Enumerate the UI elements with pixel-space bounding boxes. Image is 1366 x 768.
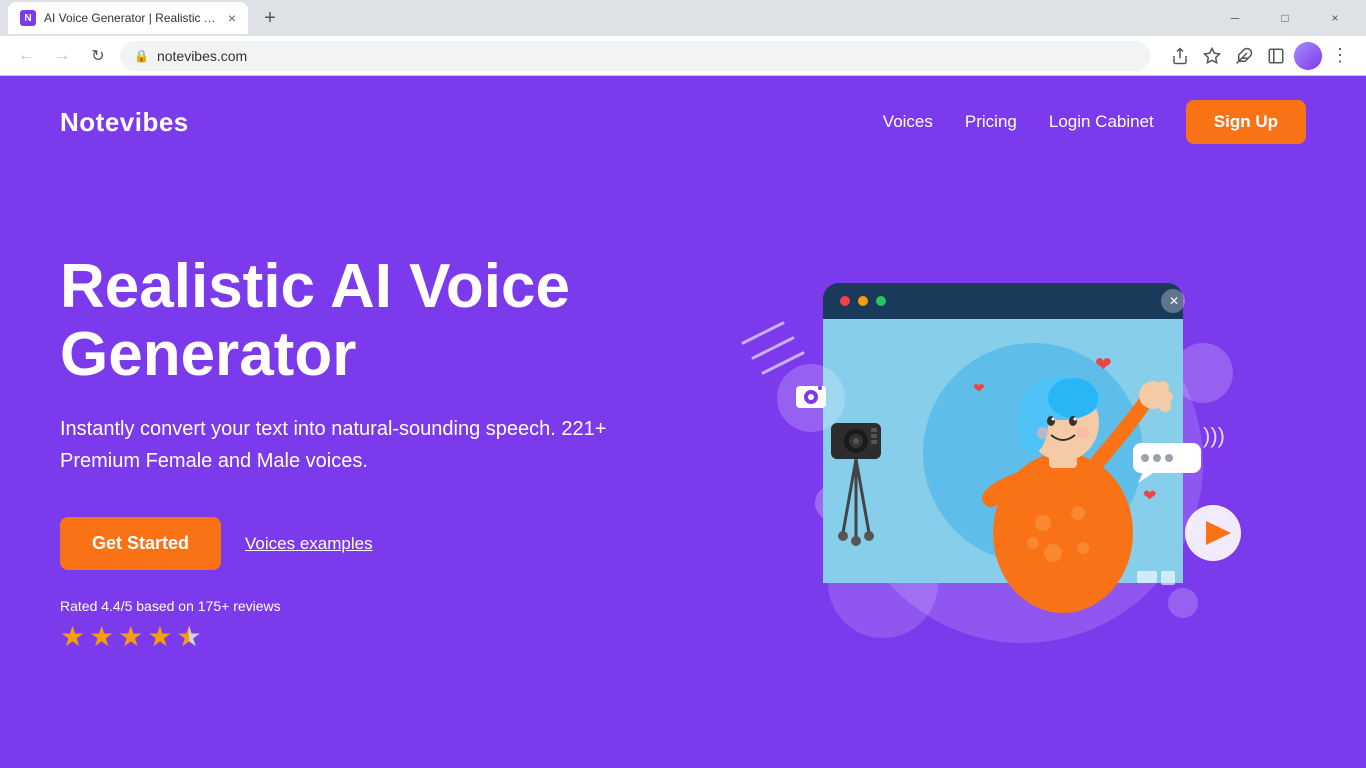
get-started-button[interactable]: Get Started [60,517,221,570]
minimize-button[interactable]: ─ [1212,2,1258,34]
title-bar: N AI Voice Generator | Realistic Tex... … [0,0,1366,36]
hero-subtitle: Instantly convert your text into natural… [60,413,660,477]
hero-title: Realistic AI Voice Generator [60,253,660,389]
star-3: ★ [118,620,143,653]
new-tab-button[interactable]: + [256,4,284,32]
browser-actions: ⋮ [1166,42,1354,70]
star-4: ★ [147,620,172,653]
page-content: Notevibes Voices Pricing Login Cabinet S… [0,76,1366,768]
menu-button[interactable]: ⋮ [1326,42,1354,70]
url-text: notevibes.com [157,48,247,64]
nav-voices[interactable]: Voices [883,112,933,132]
hero-buttons: Get Started Voices examples [60,517,660,570]
hero-illustration: ✕ [660,213,1306,693]
refresh-button[interactable]: ↻ [84,42,112,70]
svg-text:❤: ❤ [1095,354,1112,376]
maximize-button[interactable]: □ [1262,2,1308,34]
star-2: ★ [89,620,114,653]
star-1: ★ [60,620,85,653]
window-controls: ─ □ × [1212,2,1358,34]
illustration-svg: ✕ [723,223,1243,683]
navbar: Notevibes Voices Pricing Login Cabinet S… [0,76,1366,168]
svg-text:✕: ✕ [1169,294,1179,308]
share-button[interactable] [1166,42,1194,70]
rating-text: Rated 4.4/5 based on 175+ reviews [60,598,660,614]
hero-section: Realistic AI Voice Generator Instantly c… [0,168,1366,748]
extensions-button[interactable] [1230,42,1258,70]
svg-text:))): ))) [1203,423,1225,448]
forward-button[interactable]: → [48,42,76,70]
rating-section: Rated 4.4/5 based on 175+ reviews ★ ★ ★ … [60,598,660,653]
nav-links: Voices Pricing Login Cabinet Sign Up [883,100,1306,144]
browser-window: N AI Voice Generator | Realistic Tex... … [0,0,1366,76]
star-rating: ★ ★ ★ ★ ★ ★ [60,620,660,653]
star-button[interactable] [1198,42,1226,70]
close-button[interactable]: × [1312,2,1358,34]
tab-title: AI Voice Generator | Realistic Tex... [44,11,220,25]
lock-icon: 🔒 [134,49,149,63]
tab-favicon: N [20,10,36,26]
nav-pricing[interactable]: Pricing [965,112,1017,132]
address-bar-row: ← → ↻ 🔒 notevibes.com ⋮ [0,36,1366,76]
hero-text: Realistic AI Voice Generator Instantly c… [60,253,660,653]
tab-close-button[interactable]: × [228,10,236,26]
nav-login[interactable]: Login Cabinet [1049,112,1154,132]
profile-avatar [1294,42,1322,70]
svg-text:❤: ❤ [1143,488,1156,505]
site-logo[interactable]: Notevibes [60,107,189,138]
address-box[interactable]: 🔒 notevibes.com [120,41,1150,71]
profile-button[interactable] [1294,42,1322,70]
voices-examples-link[interactable]: Voices examples [245,534,373,554]
star-5-half: ★ ★ [176,620,201,653]
signup-button[interactable]: Sign Up [1186,100,1306,144]
svg-text:❤: ❤ [973,380,985,396]
browser-tab[interactable]: N AI Voice Generator | Realistic Tex... … [8,2,248,34]
sidebar-button[interactable] [1262,42,1290,70]
back-button[interactable]: ← [12,42,40,70]
